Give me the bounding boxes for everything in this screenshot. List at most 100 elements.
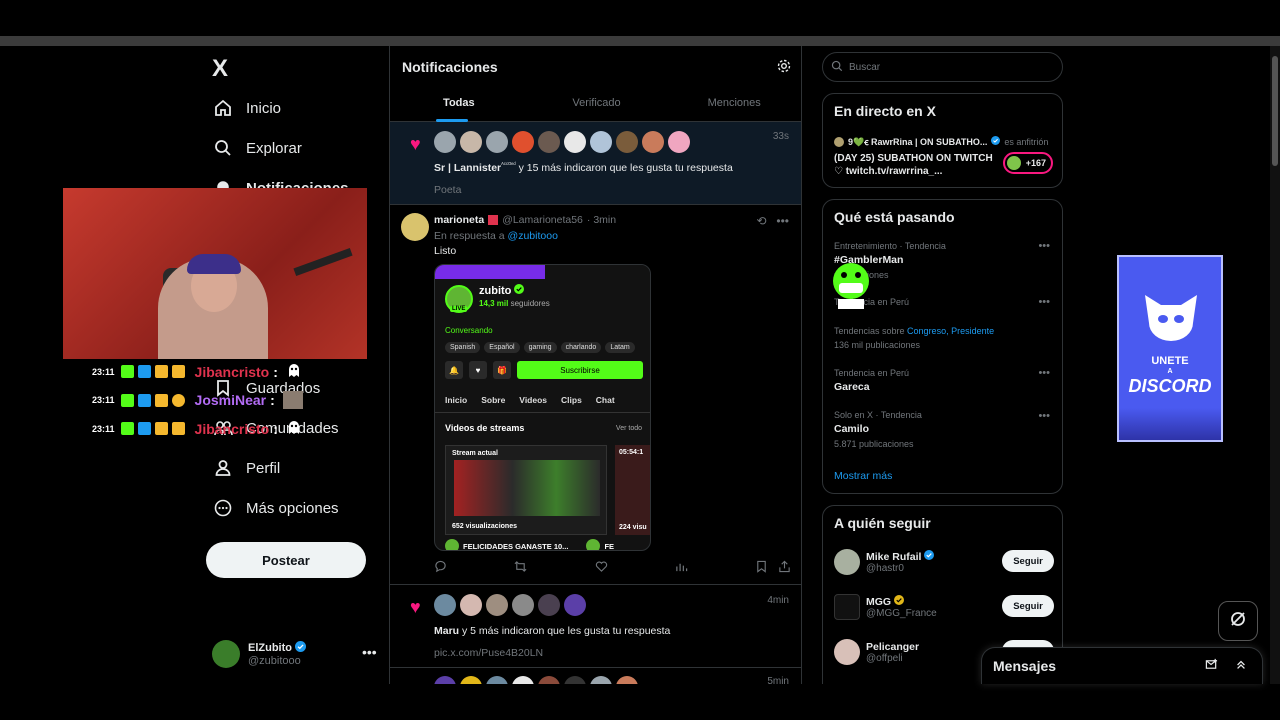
avatar[interactable] xyxy=(460,676,482,684)
avatar[interactable] xyxy=(486,594,508,616)
reply-mention[interactable]: @zubitooo xyxy=(508,230,558,242)
tag: charlando xyxy=(560,342,602,353)
live-title[interactable]: (DAY 25) SUBATHON ON TWITCH ♡ twitch.tv/… xyxy=(834,152,994,178)
avatar[interactable] xyxy=(834,549,860,575)
follow-suggestion[interactable]: Mike Rufail @hastr0 Seguir xyxy=(834,547,1054,577)
avatar[interactable] xyxy=(538,131,560,153)
listener-count[interactable]: +167 xyxy=(1003,152,1053,174)
show-more-link[interactable]: Mostrar más xyxy=(834,470,892,482)
user-name[interactable]: Maru xyxy=(434,625,459,637)
liker-avatars xyxy=(434,676,638,684)
author-name[interactable]: marioneta xyxy=(434,214,484,226)
follow-button[interactable]: Seguir xyxy=(1002,550,1054,572)
user-name[interactable]: Sr | Lannister xyxy=(434,162,501,174)
kick-badge-icon xyxy=(120,422,134,435)
scrollbar-thumb[interactable] xyxy=(1272,56,1278,166)
views-icon[interactable] xyxy=(675,560,688,576)
avatar[interactable] xyxy=(538,676,560,684)
post-image[interactable]: LIVE zubito 14,3 mil seguidores Conversa… xyxy=(434,264,651,551)
avatar[interactable] xyxy=(564,131,586,153)
avatar[interactable] xyxy=(460,594,482,616)
more-icon[interactable]: ••• xyxy=(1038,296,1050,308)
notification-text: Sr | Lannisterᴬᶜᶜᴼᵉᵈ y 15 más indicaron … xyxy=(434,162,733,174)
chevron-up-icon[interactable] xyxy=(1232,659,1250,674)
nav-label: Más opciones xyxy=(246,499,339,517)
avatar[interactable] xyxy=(590,131,612,153)
live-host-row[interactable]: 9💚ꞓ RawrRina | ON SUBATHO... es anfitrió… xyxy=(834,135,1059,148)
more-icon[interactable]: ••• xyxy=(1038,367,1050,379)
trend-name[interactable]: Camilo xyxy=(834,423,869,435)
avatar[interactable] xyxy=(434,131,456,153)
gear-icon[interactable] xyxy=(776,58,792,79)
cat-emote-icon xyxy=(282,391,303,409)
tab-todas[interactable]: Todas xyxy=(390,90,528,122)
avatar[interactable] xyxy=(564,594,586,616)
post-button[interactable]: Postear xyxy=(206,542,366,578)
search-input[interactable]: Buscar xyxy=(822,52,1063,82)
repost-icon[interactable] xyxy=(514,560,527,576)
channel-avatar xyxy=(586,539,601,550)
grok-button[interactable] xyxy=(1218,601,1258,641)
avatar[interactable] xyxy=(460,131,482,153)
like-notification[interactable]: ♥ 4min Maru y 5 más indicaron que les gu… xyxy=(390,585,801,668)
avatar[interactable] xyxy=(434,594,456,616)
follow-suggestion[interactable]: MGG @MGG_France Seguir xyxy=(834,592,1054,622)
author-handle[interactable]: @Lamarioneta56 xyxy=(502,214,583,226)
more-icon[interactable]: ••• xyxy=(362,644,377,660)
nav-item-home[interactable]: Inicio xyxy=(212,88,281,128)
trend-count: 5.871 publicaciones xyxy=(834,439,914,449)
like-notification[interactable]: 5min xyxy=(390,668,801,684)
avatar[interactable] xyxy=(616,676,638,684)
channel-name: zubito xyxy=(479,284,512,297)
avatar[interactable] xyxy=(538,594,560,616)
grok-icon[interactable]: ⟲ xyxy=(756,214,766,228)
channel-tab: Inicio xyxy=(445,395,468,405)
x-logo[interactable]: X xyxy=(212,55,228,83)
reply-post[interactable]: marioneta @Lamarioneta56 · 3min ⟲ ••• En… xyxy=(390,205,801,585)
avatar[interactable] xyxy=(642,131,664,153)
messages-drawer[interactable]: Mensajes xyxy=(981,647,1263,684)
channel-tab: Clips xyxy=(561,395,582,405)
video-title: FE xyxy=(604,541,615,551)
avatar[interactable] xyxy=(401,213,429,241)
avatar[interactable] xyxy=(668,131,690,153)
avatar xyxy=(834,136,844,147)
search-icon xyxy=(831,60,843,75)
account-switcher[interactable]: ElZubito @zubitooo ••• xyxy=(212,638,382,670)
avatar[interactable] xyxy=(434,676,456,684)
avatar[interactable] xyxy=(834,594,860,620)
avatar[interactable] xyxy=(512,131,534,153)
avatar[interactable] xyxy=(590,676,612,684)
trend-category: Solo en X · Tendencia xyxy=(834,410,922,420)
reply-icon[interactable] xyxy=(434,560,447,576)
verified-icon xyxy=(295,641,306,655)
avatar[interactable] xyxy=(512,676,534,684)
follower-label: seguidores xyxy=(508,299,550,308)
more-icon[interactable]: ••• xyxy=(1038,240,1050,252)
more-icon[interactable]: ••• xyxy=(776,214,789,228)
follower-count: 14,3 mil seguidores xyxy=(479,299,550,308)
trend-category: Tendencia en Perú xyxy=(834,368,910,378)
nav-item-more[interactable]: Más opciones xyxy=(212,488,339,528)
new-message-icon[interactable] xyxy=(1202,658,1220,674)
more-icon[interactable]: ••• xyxy=(1038,410,1050,422)
avatar[interactable] xyxy=(486,676,508,684)
tab-verificado[interactable]: Verificado xyxy=(528,90,666,122)
nav-item-explore[interactable]: Explorar xyxy=(212,128,302,168)
like-notification[interactable]: ♥ 33s Sr | Lannisterᴬᶜᶜᴼᵉᵈ y 15 más indi… xyxy=(390,122,801,205)
avatar[interactable] xyxy=(512,594,534,616)
tab-menciones[interactable]: Menciones xyxy=(665,90,801,122)
nav-item-profile[interactable]: Perfil xyxy=(212,448,280,488)
avatar[interactable] xyxy=(486,131,508,153)
share-icon[interactable] xyxy=(778,560,791,576)
avatar[interactable] xyxy=(616,131,638,153)
ad-line1: UNETE xyxy=(1151,355,1189,367)
follow-button[interactable]: Seguir xyxy=(1002,595,1054,617)
trend-name[interactable]: Gareca xyxy=(834,381,870,393)
avatar[interactable] xyxy=(834,639,860,665)
chat-sep: : xyxy=(270,392,275,408)
like-icon[interactable] xyxy=(595,560,608,576)
bookmark-icon[interactable] xyxy=(755,560,768,576)
avatar[interactable] xyxy=(564,676,586,684)
trend-topics[interactable]: Congreso, Presidente xyxy=(907,326,994,336)
